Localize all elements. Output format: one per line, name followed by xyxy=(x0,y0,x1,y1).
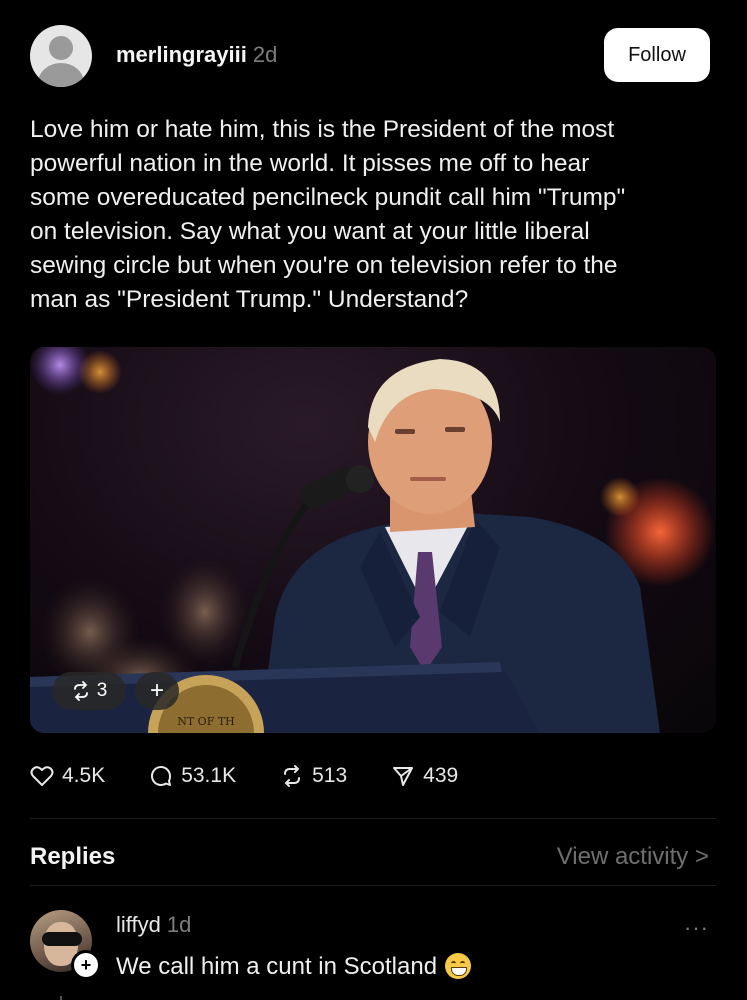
avatar-head xyxy=(49,36,73,60)
reply-username[interactable]: liffyd 1d xyxy=(116,912,191,938)
like-count: 4.5K xyxy=(62,764,106,787)
post-photo[interactable]: NT OF TH xyxy=(30,347,716,733)
repost-button[interactable]: 513 xyxy=(280,764,347,788)
podium-seal-text: NT OF TH xyxy=(177,715,235,728)
repost-icon xyxy=(73,681,88,701)
reply-author[interactable]: liffyd xyxy=(116,912,161,937)
repost-count: 513 xyxy=(312,764,348,787)
scroll-indicator xyxy=(60,996,62,1000)
comment-count: 53.1K xyxy=(181,764,237,787)
follow-button[interactable]: Follow xyxy=(604,28,710,82)
grinning-emoji-icon xyxy=(445,953,472,979)
like-button[interactable]: 4.5K xyxy=(30,764,105,788)
comment-button[interactable]: 53.1K xyxy=(149,764,236,788)
post-text: Love him or hate him, this is the Presid… xyxy=(30,116,626,313)
view-activity-link[interactable]: View activity > xyxy=(557,843,709,871)
reply-time: 1d xyxy=(166,912,192,937)
author-name[interactable]: merlingrayiii xyxy=(116,42,247,67)
author-username[interactable]: merlingrayiii 2d xyxy=(116,42,277,68)
reply-message: We call him a cunt in Scotland xyxy=(116,953,438,980)
divider xyxy=(30,818,716,819)
follow-plus-icon[interactable]: + xyxy=(71,950,101,980)
repost-icon xyxy=(284,765,301,787)
send-icon xyxy=(393,767,414,786)
replies-title: Replies xyxy=(30,843,116,870)
sunglasses-icon xyxy=(42,932,82,946)
share-count: 439 xyxy=(423,764,459,787)
avatar-body xyxy=(38,63,84,87)
post-stats: 4.5K 53.1K 513 439 xyxy=(30,760,502,792)
divider xyxy=(30,885,716,886)
media-add-button[interactable]: + xyxy=(135,672,179,710)
comment-icon xyxy=(151,766,172,786)
reply-text: We call him a cunt in Scotland xyxy=(116,953,472,981)
author-avatar[interactable] xyxy=(30,25,92,87)
media-repost-count: 3 xyxy=(96,680,108,701)
more-options-icon[interactable]: ··· xyxy=(684,915,709,941)
media-repost-chip[interactable]: 3 xyxy=(52,672,126,710)
heart-icon xyxy=(30,766,54,786)
post-time: 2d xyxy=(252,42,278,67)
share-button[interactable]: 439 xyxy=(391,764,458,788)
post-header: merlingrayiii 2d Follow xyxy=(30,25,710,87)
president-at-podium-photo: NT OF TH xyxy=(30,347,715,733)
